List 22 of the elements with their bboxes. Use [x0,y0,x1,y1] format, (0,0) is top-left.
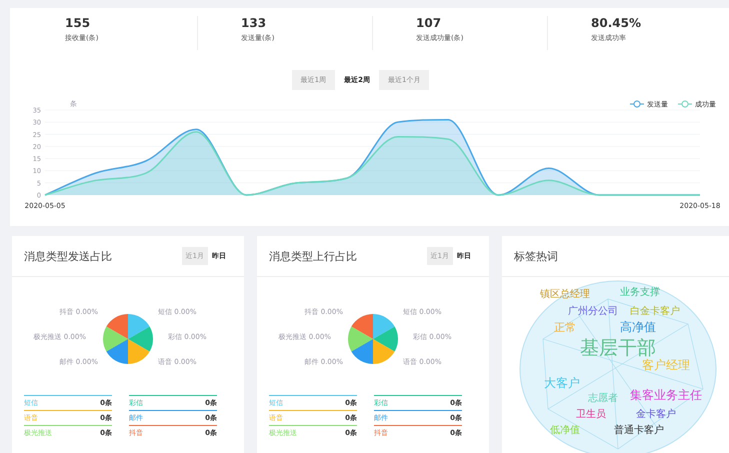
tag-word[interactable]: 广州分公司 [568,304,618,318]
tag-word[interactable]: 低净值 [550,423,580,437]
tag-word[interactable]: 金卡客户 [636,407,676,421]
legend-marker-icon [630,100,644,108]
tag-word[interactable]: 高净值 [620,319,656,336]
tag-word[interactable]: 业务支撑 [620,285,660,299]
panel-title: 消息类型上行占比 [269,248,357,264]
stat-value: 107 [416,16,442,30]
legend-marker-icon [678,100,692,108]
tag-word[interactable]: 正常 [554,320,576,335]
stat-value: 155 [65,16,92,30]
tag-word[interactable]: 白金卡客户 [630,304,680,318]
tag-word[interactable]: 镇区总经理 [540,287,590,301]
tag-word[interactable]: 志愿者 [588,391,618,405]
tag-word[interactable]: 普通卡客户 [614,423,664,437]
stat-value: 133 [241,16,268,30]
tag-word[interactable]: 大客户 [544,375,580,392]
stat-value: 80.45% [591,16,642,30]
panel-title: 消息类型发送占比 [24,248,112,264]
tag-word[interactable]: 集客业务主任 [630,387,702,404]
tag-word[interactable]: 卫生员 [576,407,606,421]
panel-title: 标签热词 [514,248,558,264]
